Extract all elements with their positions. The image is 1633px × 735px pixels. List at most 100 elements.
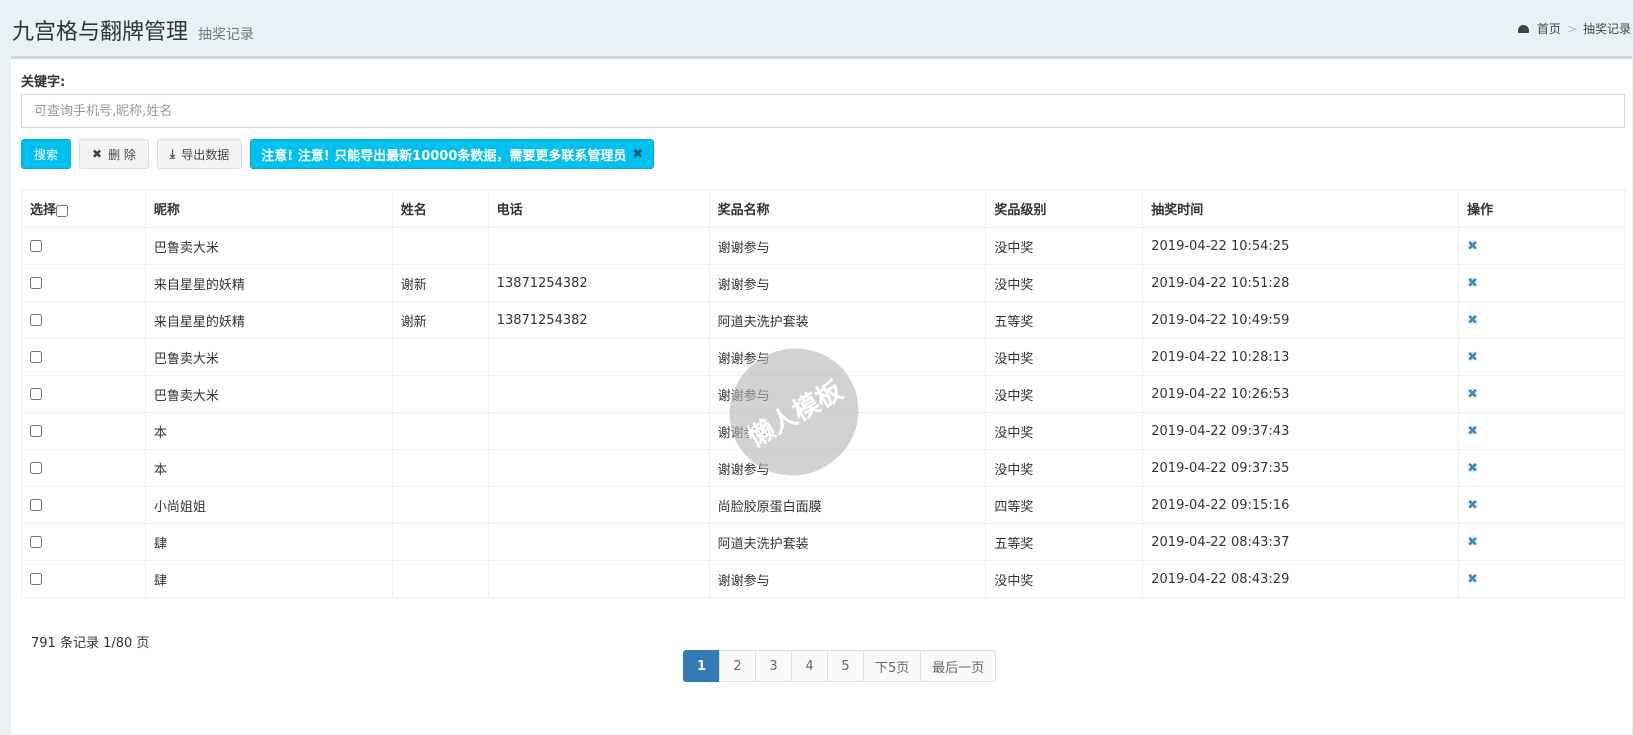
lottery-records-table: 选择 昵称 姓名 电话 奖品名称 奖品级别 抽奖时间 操作 巴鲁卖大米 谢谢参与没…: [21, 189, 1625, 598]
cell-level: 没中奖: [985, 264, 1144, 302]
table-row: 小尚姐姐 尚脸胶原蛋白面膜 四等奖 2019-04-22 09:15:16 ✖: [21, 486, 1625, 524]
cell-time: 2019-04-22 08:43:37: [1142, 523, 1460, 561]
pagination: 1 2 3 4 5 下5页 最后一页: [683, 650, 997, 682]
cell-prize: 谢谢参与: [708, 227, 987, 265]
column-header-select: 选择: [21, 189, 146, 228]
cell-level: 五等奖: [985, 301, 1144, 339]
keyword-search-input[interactable]: [21, 94, 1625, 128]
cell-level: 没中奖: [985, 412, 1144, 450]
row-checkbox[interactable]: [30, 240, 42, 252]
row-checkbox[interactable]: [30, 351, 42, 363]
cell-phone: [487, 560, 710, 598]
page-button[interactable]: 下5页: [863, 650, 922, 682]
page-button[interactable]: 5: [827, 650, 864, 682]
row-select-cell: [21, 301, 146, 339]
row-checkbox[interactable]: [30, 314, 42, 326]
page-button[interactable]: 4: [791, 650, 828, 682]
row-checkbox[interactable]: [30, 277, 42, 289]
content-header: 九宫格与翻牌管理 抽奖记录 首页 > 抽奖记录: [0, 0, 1633, 56]
row-checkbox[interactable]: [30, 425, 42, 437]
page-button[interactable]: 3: [755, 650, 792, 682]
export-button-label: 导出数据: [181, 147, 230, 162]
page-button-current[interactable]: 1: [683, 650, 720, 682]
cell-name: [391, 560, 489, 598]
row-checkbox[interactable]: [30, 573, 42, 585]
row-checkbox[interactable]: [30, 388, 42, 400]
column-header-phone: 电话: [487, 189, 710, 228]
delete-row-icon[interactable]: ✖: [1467, 276, 1478, 291]
row-select-cell: [21, 338, 146, 376]
cell-phone: [487, 449, 710, 487]
cell-name: 谢新: [391, 301, 489, 339]
cell-level: 没中奖: [985, 375, 1144, 413]
cell-prize: 谢谢参与: [708, 264, 987, 302]
cell-time: 2019-04-22 09:37:43: [1142, 412, 1460, 450]
cell-nickname: 本: [144, 412, 393, 450]
cell-action: ✖: [1458, 227, 1625, 265]
delete-row-icon[interactable]: ✖: [1467, 239, 1478, 254]
cell-time: 2019-04-22 08:43:29: [1142, 560, 1460, 598]
cell-action: ✖: [1458, 338, 1625, 376]
export-button[interactable]: ⤓ 导出数据: [156, 139, 243, 169]
search-button[interactable]: 搜索: [21, 139, 72, 169]
close-icon: ✖: [92, 147, 103, 161]
cell-phone: 13871254382: [487, 264, 710, 302]
cell-phone: [487, 523, 710, 561]
cell-time: 2019-04-22 10:54:25: [1142, 227, 1460, 265]
cell-phone: 13871254382: [487, 301, 710, 339]
page-subtitle: 抽奖记录: [198, 27, 255, 43]
records-panel: 关键字: 搜索 ✖ 删 除 ⤓ 导出数据 注意! 注意! 只能导出最新10000…: [11, 56, 1632, 734]
column-header-time: 抽奖时间: [1142, 189, 1460, 228]
delete-row-icon[interactable]: ✖: [1467, 461, 1478, 476]
cell-level: 没中奖: [985, 338, 1144, 376]
delete-row-icon[interactable]: ✖: [1467, 572, 1478, 587]
column-header-action: 操作: [1458, 189, 1625, 228]
column-header-name: 姓名: [391, 189, 489, 228]
cell-nickname: 来自星星的妖精: [144, 264, 393, 302]
delete-row-icon[interactable]: ✖: [1467, 313, 1478, 328]
page-button[interactable]: 最后一页: [920, 650, 997, 682]
row-checkbox[interactable]: [30, 536, 42, 548]
cell-name: [391, 375, 489, 413]
keyword-label: 关键字:: [21, 75, 66, 90]
table-row: 巴鲁卖大米 谢谢参与 没中奖 2019-04-22 10:26:53 ✖: [21, 375, 1625, 413]
table-row: 肆 谢谢参与 没中奖 2019-04-22 08:43:29 ✖: [21, 560, 1625, 598]
cell-time: 2019-04-22 10:51:28: [1142, 264, 1460, 302]
cell-action: ✖: [1458, 264, 1625, 302]
row-select-cell: [21, 486, 146, 524]
row-checkbox[interactable]: [30, 499, 42, 511]
cell-action: ✖: [1458, 523, 1625, 561]
page-title-text: 九宫格与翻牌管理: [12, 20, 189, 45]
cell-prize: 谢谢参与: [708, 375, 987, 413]
delete-button[interactable]: ✖ 删 除: [79, 139, 149, 169]
cell-level: 五等奖: [985, 523, 1144, 561]
cell-nickname: 巴鲁卖大米: [144, 338, 393, 376]
cell-phone: [487, 375, 710, 413]
row-checkbox[interactable]: [30, 462, 42, 474]
cell-nickname: 肆: [144, 560, 393, 598]
cell-action: ✖: [1458, 560, 1625, 598]
cell-time: 2019-04-22 10:49:59: [1142, 301, 1460, 339]
select-all-checkbox[interactable]: [56, 204, 69, 217]
table-row: 肆 阿道夫洗护套装 五等奖 2019-04-22 08:43:37 ✖: [21, 523, 1625, 561]
cell-prize: 阿道夫洗护套装: [708, 301, 987, 339]
breadcrumb-current: 抽奖记录: [1582, 22, 1631, 36]
export-limit-alert: 注意! 注意! 只能导出最新10000条数据，需要更多联系管理员 ✖: [250, 139, 655, 169]
delete-row-icon[interactable]: ✖: [1467, 424, 1478, 439]
cell-prize: 阿道夫洗护套装: [708, 523, 987, 561]
cell-level: 四等奖: [985, 486, 1144, 524]
delete-row-icon[interactable]: ✖: [1467, 387, 1478, 402]
delete-row-icon[interactable]: ✖: [1467, 535, 1478, 550]
cell-name: [391, 412, 489, 450]
breadcrumb-home-link[interactable]: 首页: [1537, 20, 1561, 37]
cell-nickname: 巴鲁卖大米: [144, 227, 393, 265]
table-body: 巴鲁卖大米 谢谢参与 没中奖 2019-04-22 10:54:25 ✖ 来自星星的妖精谢…: [21, 227, 1625, 598]
cell-name: [391, 449, 489, 487]
toolbar: 搜索 ✖ 删 除 ⤓ 导出数据 注意! 注意! 只能导出最新10000条数据，需…: [21, 139, 655, 169]
row-select-cell: [21, 523, 146, 561]
delete-row-icon[interactable]: ✖: [1467, 498, 1478, 513]
delete-row-icon[interactable]: ✖: [1467, 350, 1478, 365]
row-select-cell: [21, 227, 146, 265]
page-button[interactable]: 2: [719, 650, 756, 682]
alert-close-icon[interactable]: ✖: [632, 147, 643, 162]
